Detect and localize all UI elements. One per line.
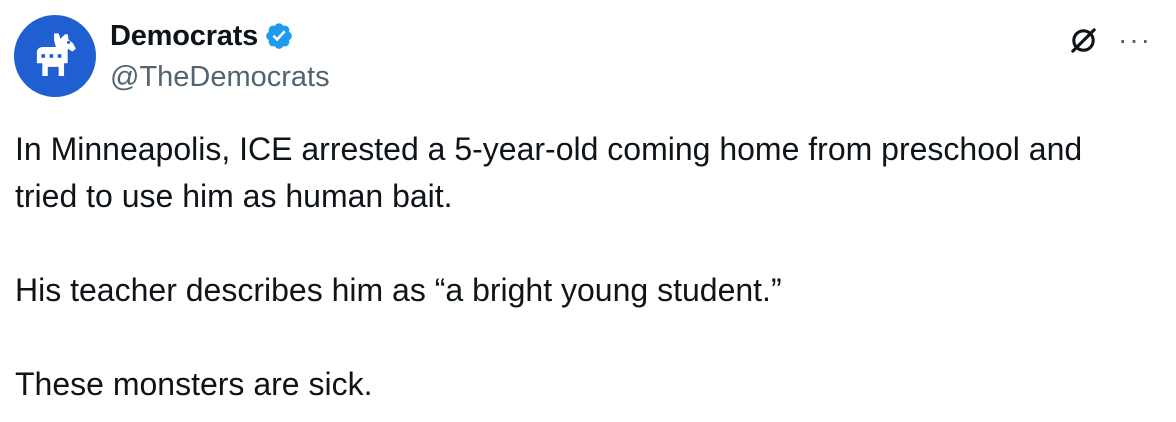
tweet-card: Democrats @TheDemocrats ··· In Minneapol… (0, 0, 1176, 422)
tweet-top-actions: ··· (1065, 22, 1150, 58)
author-handle[interactable]: @TheDemocrats (110, 57, 330, 97)
grok-button[interactable] (1065, 22, 1101, 58)
author-block: Democrats @TheDemocrats (110, 16, 330, 97)
tweet-paragraph: In Minneapolis, ICE arrested a 5-year-ol… (15, 131, 1083, 214)
democrat-donkey-icon (36, 33, 76, 76)
name-row: Democrats (110, 16, 330, 56)
grok-icon (1070, 27, 1096, 53)
display-name[interactable]: Democrats (110, 16, 258, 56)
tweet-paragraph: His teacher describes him as “a bright y… (15, 272, 782, 308)
more-options-button[interactable]: ··· (1118, 22, 1150, 58)
avatar[interactable] (14, 15, 96, 97)
tweet-text: In Minneapolis, ICE arrested a 5-year-ol… (15, 126, 1145, 408)
verified-badge-icon (266, 23, 292, 49)
tweet-paragraph: These monsters are sick. (15, 366, 373, 402)
